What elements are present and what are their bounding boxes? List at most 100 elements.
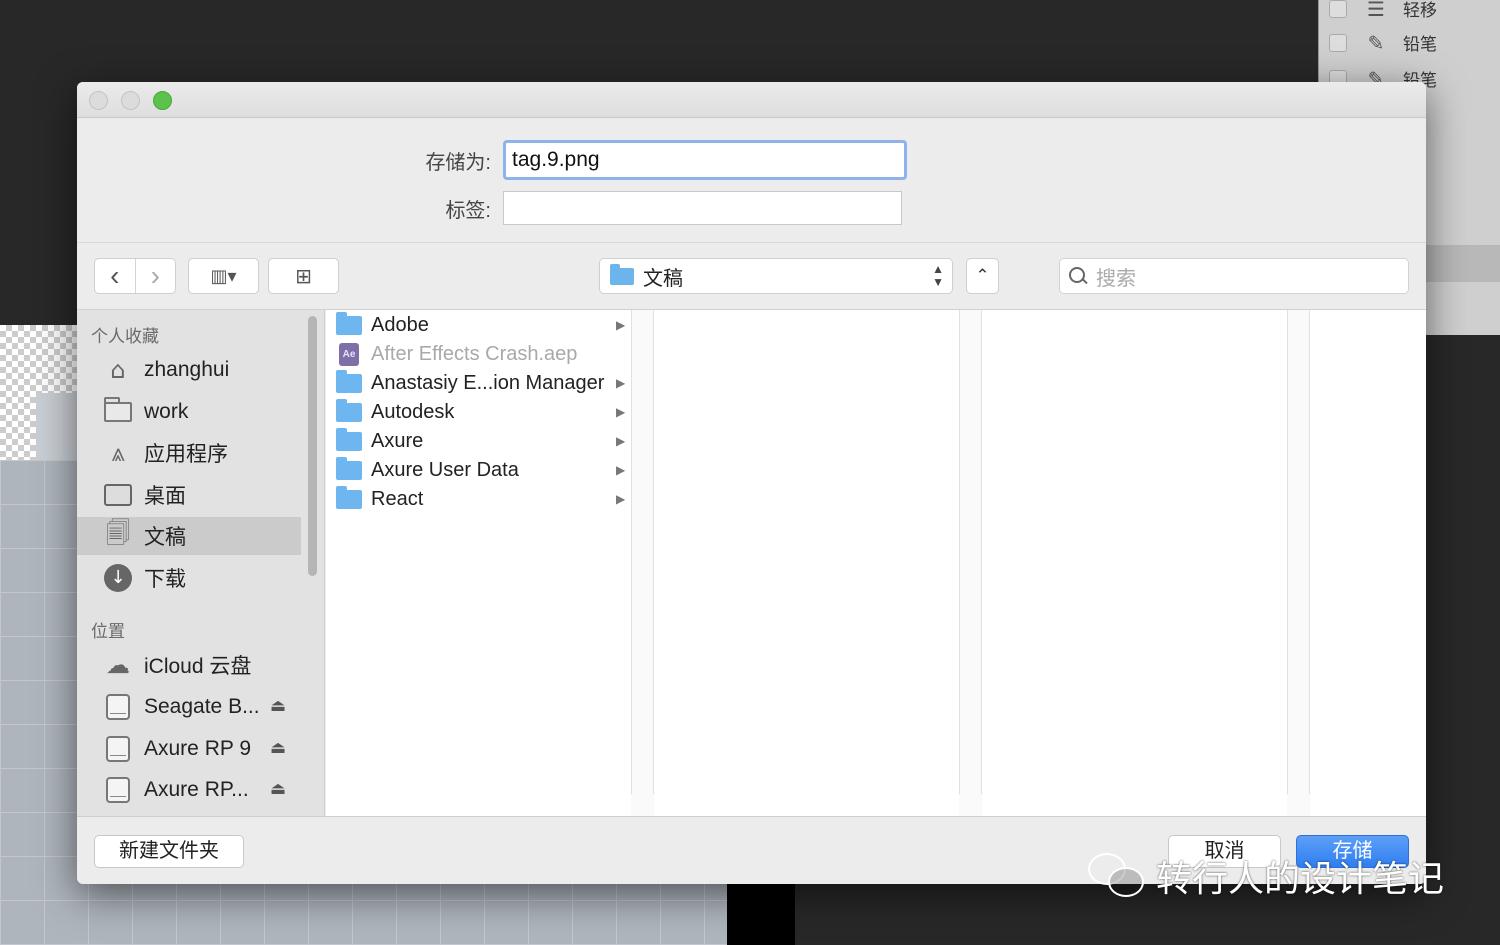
column-divider[interactable] (959, 310, 982, 816)
folder-icon (336, 486, 362, 509)
file-row[interactable]: Axure User Data ▶ (326, 456, 631, 485)
file-name: Anastasiy E...ion Manager (371, 372, 605, 394)
column-line (981, 310, 982, 794)
file-row[interactable]: Autodesk ▶ (326, 398, 631, 427)
file-name: Axure User Data (371, 459, 519, 481)
layer-label: 轻移 (1403, 1, 1437, 21)
dialog-titlebar (77, 82, 1426, 118)
file-name: After Effects Crash.aep (371, 343, 578, 365)
desktop-icon (103, 480, 133, 510)
view-mode-button[interactable]: ▥▾ (188, 258, 259, 294)
canvas-tile (36, 393, 80, 463)
search-field[interactable]: 搜索 (1059, 258, 1409, 294)
sidebar: 个人收藏 ⌂ zhanghui work ⩓ 应用程序 桌面 🗐 文稿 ↓ 下载… (77, 310, 325, 816)
file-browser: Adobe ▶ Ae After Effects Crash.aep Anast… (326, 310, 1426, 816)
sidebar-item-label: zhanghui (144, 358, 230, 381)
sidebar-item-documents[interactable]: 🗐 文稿 (77, 517, 301, 555)
chevron-right-icon: › (150, 260, 160, 291)
separator (77, 816, 1426, 817)
column-divider[interactable] (1287, 310, 1310, 816)
after-effects-file-icon: Ae (339, 343, 359, 366)
disk-icon (103, 775, 133, 805)
sidebar-item-label: work (144, 400, 189, 423)
tags-row: 标签: (383, 191, 902, 225)
separator (77, 242, 1426, 243)
disclosure-arrow-icon: ▶ (616, 318, 626, 332)
disk-icon (103, 734, 133, 764)
column-view-icon: ▥▾ (210, 265, 237, 287)
sidebar-item-label: 桌面 (144, 485, 186, 508)
sidebar-item-seagate[interactable]: Seagate B... ⏏ (77, 688, 301, 726)
file-row[interactable]: Anastasiy E...ion Manager ▶ (326, 369, 631, 398)
eject-icon[interactable]: ⏏ (270, 738, 286, 758)
file-row[interactable]: Axure ▶ (326, 427, 631, 456)
eject-icon[interactable]: ⏏ (270, 696, 286, 716)
layer-visibility-checkbox[interactable] (1329, 33, 1347, 52)
save-as-label: 存储为: (425, 151, 491, 174)
layer-label: 铅笔 (1403, 35, 1437, 55)
column-line (1287, 310, 1288, 794)
sidebar-scrollbar[interactable] (308, 316, 317, 576)
minimize-window-button[interactable] (121, 91, 140, 110)
disk-icon (103, 692, 133, 722)
layer-visibility-checkbox[interactable] (1329, 0, 1347, 18)
folder-icon (336, 428, 362, 451)
watermark: 转行人的设计笔记 (1088, 850, 1444, 902)
file-row: Ae After Effects Crash.aep (326, 340, 631, 369)
save-as-row: 存储为: tag.9.png (383, 140, 907, 180)
cloud-icon: ☁ (106, 651, 130, 679)
sidebar-item-axure-rp[interactable]: Axure RP... ⏏ (77, 771, 301, 809)
expand-collapse-button[interactable]: ⌃ (966, 258, 999, 294)
watermark-text: 转行人的设计笔记 (1156, 859, 1445, 900)
layer-row[interactable]: ✎ 铅笔 (1319, 24, 1500, 61)
downloads-icon: ↓ (103, 563, 133, 593)
back-button[interactable]: ‹ (95, 259, 135, 293)
sidebar-item-label: 下载 (144, 568, 186, 591)
wechat-logo-icon (1088, 851, 1146, 901)
file-row[interactable]: Adobe ▶ (326, 311, 631, 340)
close-window-button[interactable] (89, 91, 108, 110)
sidebar-item-label: 应用程序 (144, 443, 228, 466)
sidebar-item-home[interactable]: ⌂ zhanghui (77, 351, 301, 389)
search-icon (1068, 266, 1088, 286)
sidebar-item-applications[interactable]: ⩓ 应用程序 (77, 434, 301, 472)
disclosure-arrow-icon: ▶ (616, 434, 626, 448)
forward-button[interactable]: › (135, 259, 175, 293)
new-folder-button[interactable]: 新建文件夹 (94, 835, 244, 868)
tags-label: 标签: (445, 199, 491, 222)
disclosure-arrow-icon: ▶ (616, 405, 626, 419)
folder-icon (103, 397, 133, 427)
sidebar-item-label: iCloud 云盘 (144, 655, 252, 678)
sidebar-item-label: 文稿 (144, 526, 186, 549)
favorites-header: 个人收藏 (91, 327, 159, 346)
location-popup[interactable]: 文稿 ▲ ▼ (599, 258, 953, 294)
zoom-window-button[interactable] (153, 91, 172, 110)
new-folder-toolbar-button[interactable]: ⊞ (268, 258, 339, 294)
disclosure-arrow-icon: ▶ (616, 376, 626, 390)
sidebar-item-work[interactable]: work (77, 393, 301, 431)
tags-input[interactable] (503, 191, 902, 225)
navigation-buttons: ‹ › (94, 258, 176, 294)
canvas-dark-area (727, 884, 795, 945)
home-icon: ⌂ (110, 356, 126, 384)
chevron-up-icon: ⌃ (975, 266, 990, 286)
sidebar-item-label: Seagate B... (144, 695, 260, 718)
updown-arrows-icon: ▲ ▼ (932, 262, 944, 289)
file-name: Adobe (371, 314, 429, 336)
layer-row[interactable]: ☰ 轻移 (1319, 0, 1500, 27)
folder-icon (336, 312, 362, 335)
sidebar-item-downloads[interactable]: ↓ 下载 (77, 559, 301, 597)
location-label: 文稿 (643, 267, 683, 290)
locations-header: 位置 (91, 622, 125, 641)
disclosure-arrow-icon: ▶ (616, 463, 626, 477)
column-divider[interactable] (631, 310, 654, 816)
sidebar-item-icloud[interactable]: ☁ iCloud 云盘 (77, 646, 301, 684)
sidebar-item-axure-rp-9[interactable]: Axure RP 9 ⏏ (77, 730, 301, 768)
save-dialog: 存储为: tag.9.png 标签: ‹ › ▥▾ ⊞ 文稿 ▲ ▼ ⌃ 搜索 个… (77, 82, 1426, 884)
pencil-icon: ✎ (1367, 30, 1385, 55)
folder-icon (336, 399, 362, 422)
sidebar-item-desktop[interactable]: 桌面 (77, 476, 301, 514)
eject-icon[interactable]: ⏏ (270, 779, 286, 799)
filename-input[interactable]: tag.9.png (503, 140, 907, 180)
file-row[interactable]: React ▶ (326, 485, 631, 514)
